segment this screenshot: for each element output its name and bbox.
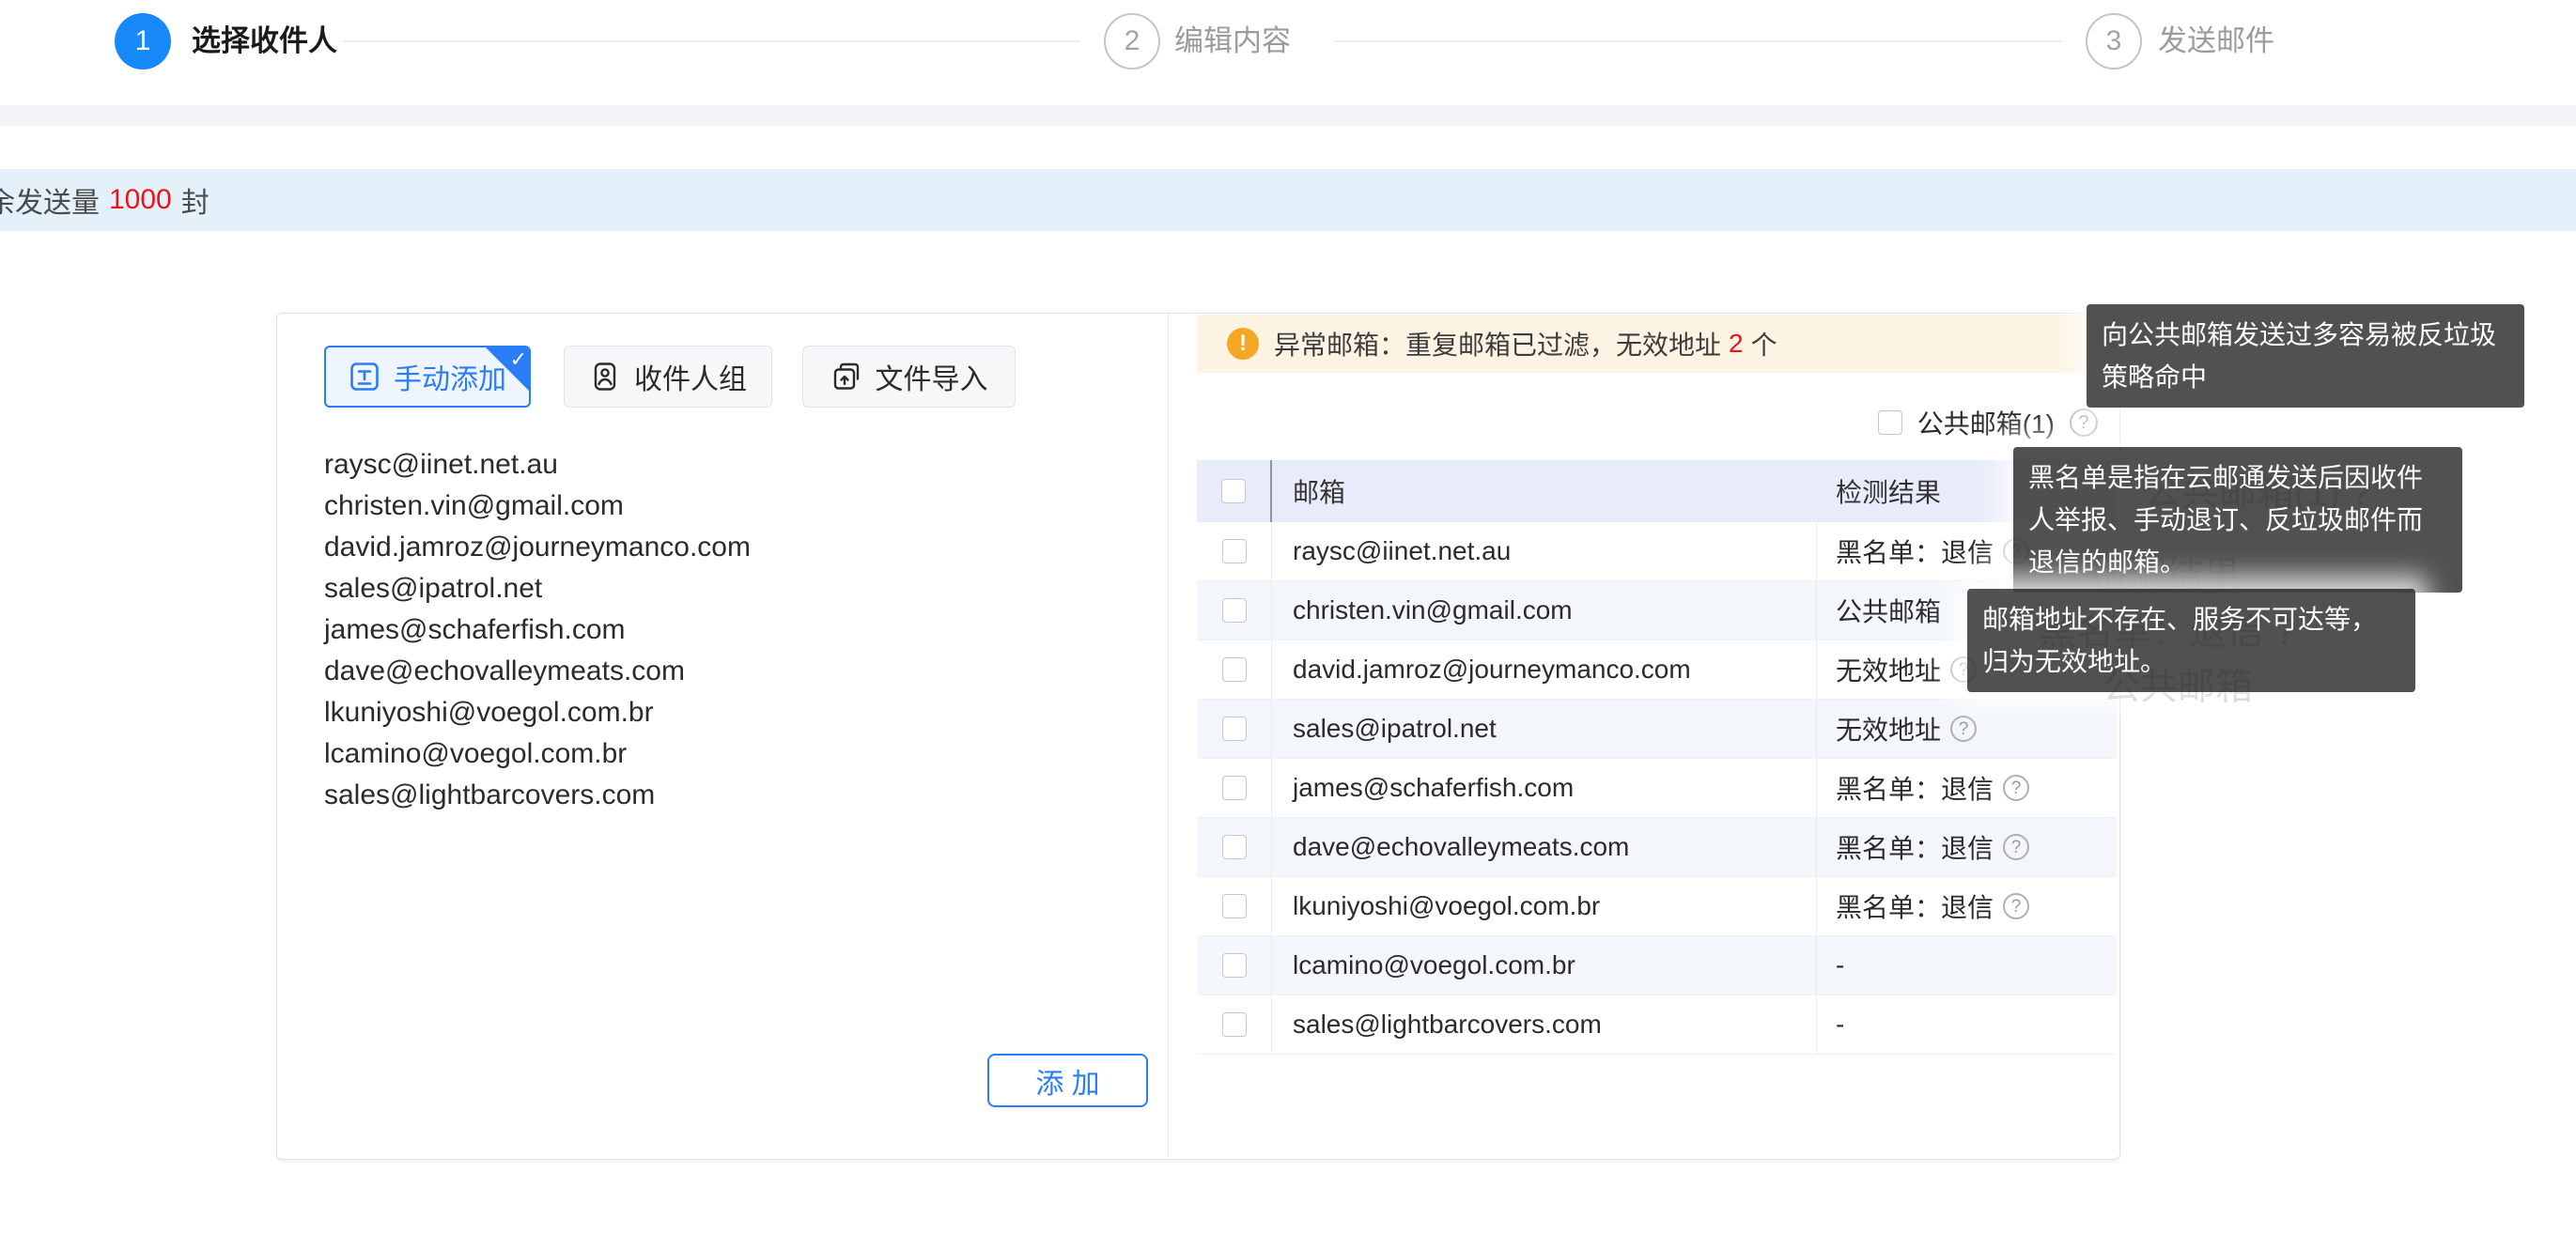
abnormal-warning-bar: 异常邮箱：重复邮箱已过滤，无效地址 2 个 (1197, 315, 2117, 373)
add-button[interactable]: 添 加 (987, 1054, 1148, 1107)
warning-text: 异常邮箱：重复邮箱已过滤，无效地址 (1274, 325, 1721, 362)
public-mailbox-label: 公共邮箱(1) (1917, 404, 2055, 441)
detection-result-table: 邮箱 检测结果 raysc@iinet.net.au 黑名单：退信 christ… (1197, 460, 2117, 1055)
recipient-email-line: david.jamroz@journeymanco.com (324, 527, 1132, 568)
table-row: lcamino@voegol.com.br - (1197, 936, 2117, 995)
public-mailbox-checkbox[interactable] (1878, 410, 1902, 435)
tooltip-blacklist: 黑名单是指在云邮通发送后因收件人举报、手动退订、反垃圾邮件而退信的邮箱。 (2013, 447, 2462, 593)
row-checkbox[interactable] (1222, 657, 1247, 682)
tab-recipient-group-label: 收件人组 (634, 356, 747, 397)
table-row: lkuniyoshi@voegol.com.br 黑名单：退信 (1197, 877, 2117, 936)
tab-manual-add[interactable]: 手动添加 (324, 346, 531, 408)
step-1-circle: 1 (115, 13, 171, 69)
file-import-icon (830, 361, 862, 393)
row-checkbox[interactable] (1222, 953, 1247, 978)
recipient-email-line: james@schaferfish.com (324, 609, 1132, 651)
tab-file-import-label: 文件导入 (876, 356, 988, 397)
step-3-label: 发送邮件 (2158, 25, 2274, 57)
row-email: james@schaferfish.com (1293, 773, 1574, 803)
row-status: 黑名单：退信 (1836, 532, 1994, 570)
table-row: james@schaferfish.com 黑名单：退信 (1197, 759, 2117, 818)
recipient-group-icon (589, 361, 621, 393)
quota-count: 1000 (109, 184, 172, 216)
row-checkbox[interactable] (1222, 717, 1247, 741)
help-icon[interactable] (2003, 775, 2029, 801)
row-status: 黑名单：退信 (1836, 828, 1994, 866)
step-connector (1334, 40, 2062, 42)
divider-strip (0, 105, 2576, 126)
row-email: dave@echovalleymeats.com (1293, 832, 1629, 862)
row-checkbox[interactable] (1222, 539, 1247, 563)
recipient-email-line: lcamino@voegol.com.br (324, 733, 1132, 775)
row-status: 无效地址 (1836, 710, 1941, 748)
tab-recipient-group[interactable]: 收件人组 (564, 346, 772, 408)
row-status: 无效地址 (1836, 651, 1941, 688)
step-3-number: 3 (2106, 25, 2122, 57)
step-2-circle: 2 (1104, 13, 1160, 69)
bulk-mail-send-page: 1 选择收件人 2 编辑内容 3 发送邮件 余发送量 1000 封 手动添加 (0, 0, 2576, 1249)
table-row: raysc@iinet.net.au 黑名单：退信 (1197, 522, 2117, 581)
recipient-email-line: dave@echovalleymeats.com (324, 651, 1132, 692)
quota-banner: 余发送量 1000 封 (0, 169, 2576, 231)
row-status: - (1836, 950, 1844, 980)
quota-banner-text: 余发送量 (0, 179, 100, 221)
recipient-email-line: sales@ipatrol.net (324, 568, 1132, 609)
table-row: sales@ipatrol.net 无效地址 (1197, 700, 2117, 759)
recipient-textarea[interactable]: raysc@iinet.net.au christen.vin@gmail.co… (324, 444, 1132, 1026)
warning-icon (1227, 328, 1259, 360)
row-email: raysc@iinet.net.au (1293, 536, 1511, 566)
step-1-label: 选择收件人 (192, 25, 337, 57)
row-status: 黑名单：退信 (1836, 887, 1994, 925)
select-all-checkbox[interactable] (1221, 479, 1246, 503)
public-mailbox-filter-row: 公共邮箱(1) (1197, 398, 2098, 447)
recipient-email-line: lkuniyoshi@voegol.com.br (324, 692, 1132, 733)
step-1-number: 1 (135, 25, 151, 57)
row-status: - (1836, 1010, 1844, 1040)
row-status: 公共邮箱 (1836, 592, 1941, 629)
column-header-result: 检测结果 (1836, 472, 1941, 510)
panel-divider (1168, 314, 1169, 1157)
table-row: sales@lightbarcovers.com - (1197, 995, 2117, 1055)
warning-unit: 个 (1751, 325, 1777, 362)
row-email: lcamino@voegol.com.br (1293, 950, 1575, 980)
table-header: 邮箱 检测结果 (1197, 460, 2117, 522)
column-header-email: 邮箱 (1293, 472, 1345, 510)
row-email: lkuniyoshi@voegol.com.br (1293, 891, 1600, 921)
public-mailbox-help-icon[interactable] (2070, 409, 2098, 437)
recipient-email-line: christen.vin@gmail.com (324, 486, 1132, 527)
tooltip-invalid-address: 邮箱地址不存在、服务不可达等，归为无效地址。 (1967, 589, 2415, 692)
row-email: sales@lightbarcovers.com (1293, 1010, 1602, 1040)
selected-check-icon (486, 347, 529, 391)
tab-file-import[interactable]: 文件导入 (802, 346, 1016, 408)
recipient-email-line: sales@lightbarcovers.com (324, 775, 1132, 816)
row-checkbox[interactable] (1222, 835, 1247, 859)
table-row: dave@echovalleymeats.com 黑名单：退信 (1197, 818, 2117, 877)
help-icon[interactable] (2003, 834, 2029, 860)
recipient-email-line: raysc@iinet.net.au (324, 444, 1132, 486)
row-checkbox[interactable] (1222, 1012, 1247, 1037)
row-email: david.jamroz@journeymanco.com (1293, 655, 1691, 685)
row-status: 黑名单：退信 (1836, 769, 1994, 807)
row-checkbox[interactable] (1222, 776, 1247, 800)
step-2-label: 编辑内容 (1174, 25, 1291, 57)
row-email: sales@ipatrol.net (1293, 714, 1497, 744)
tooltip-public-mailbox: 向公共邮箱发送过多容易被反垃圾策略命中 (2087, 304, 2524, 408)
invalid-count: 2 (1729, 329, 1744, 359)
step-connector (343, 40, 1080, 42)
row-checkbox[interactable] (1222, 598, 1247, 623)
manual-add-icon (349, 361, 380, 393)
row-checkbox[interactable] (1222, 894, 1247, 918)
row-email: christen.vin@gmail.com (1293, 595, 1573, 625)
quota-unit: 封 (181, 179, 209, 221)
help-icon[interactable] (2003, 893, 2029, 919)
help-icon[interactable] (1950, 716, 1977, 742)
step-3-circle: 3 (2086, 13, 2142, 69)
step-2-number: 2 (1125, 25, 1141, 57)
